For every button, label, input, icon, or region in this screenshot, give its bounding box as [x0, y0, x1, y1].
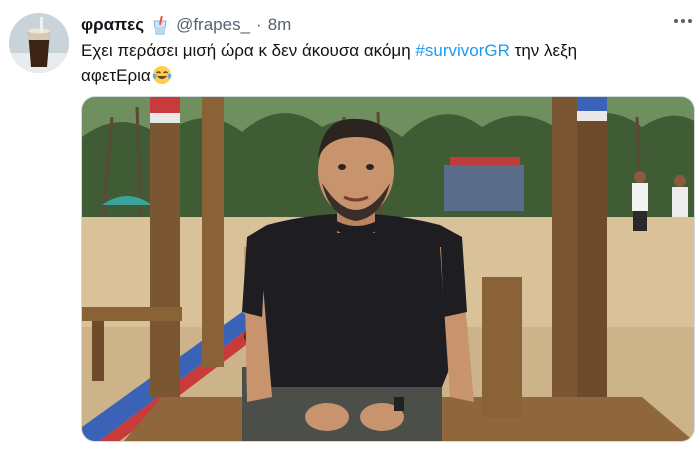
photo-man-on-wooden-platform	[82, 97, 694, 441]
tweet-text-line2: αφετΕρια	[81, 66, 151, 85]
tweet-text: Εχει περάσει μισή ώρα κ δεν άκουσα ακόμη…	[81, 38, 681, 88]
tweet-header: φραπες @frapes_ · 8m	[81, 12, 291, 38]
cup-with-straw-emoji-icon	[150, 15, 170, 35]
user-handle[interactable]: @frapes_	[176, 15, 250, 35]
display-name[interactable]: φραπες	[81, 15, 144, 35]
tweet-text-start: Εχει περάσει μισή ώρα κ δεν άκουσα ακόμη	[81, 41, 416, 60]
tweet-timestamp[interactable]: 8m	[268, 15, 292, 35]
tweet-text-line1-end: την λεξη	[509, 41, 578, 60]
tweet-card[interactable]: φραπες @frapes_ · 8m Εχει περάσει μισή ώ…	[0, 0, 700, 450]
avatar-frappe-image	[9, 13, 69, 73]
face-with-tears-of-joy-emoji-icon	[152, 65, 172, 85]
hashtag-link[interactable]: #survivorGR	[415, 41, 509, 60]
avatar[interactable]	[9, 13, 69, 73]
more-options-icon[interactable]	[674, 14, 696, 28]
tweet-photo[interactable]	[81, 96, 695, 442]
separator-dot: ·	[256, 15, 262, 34]
